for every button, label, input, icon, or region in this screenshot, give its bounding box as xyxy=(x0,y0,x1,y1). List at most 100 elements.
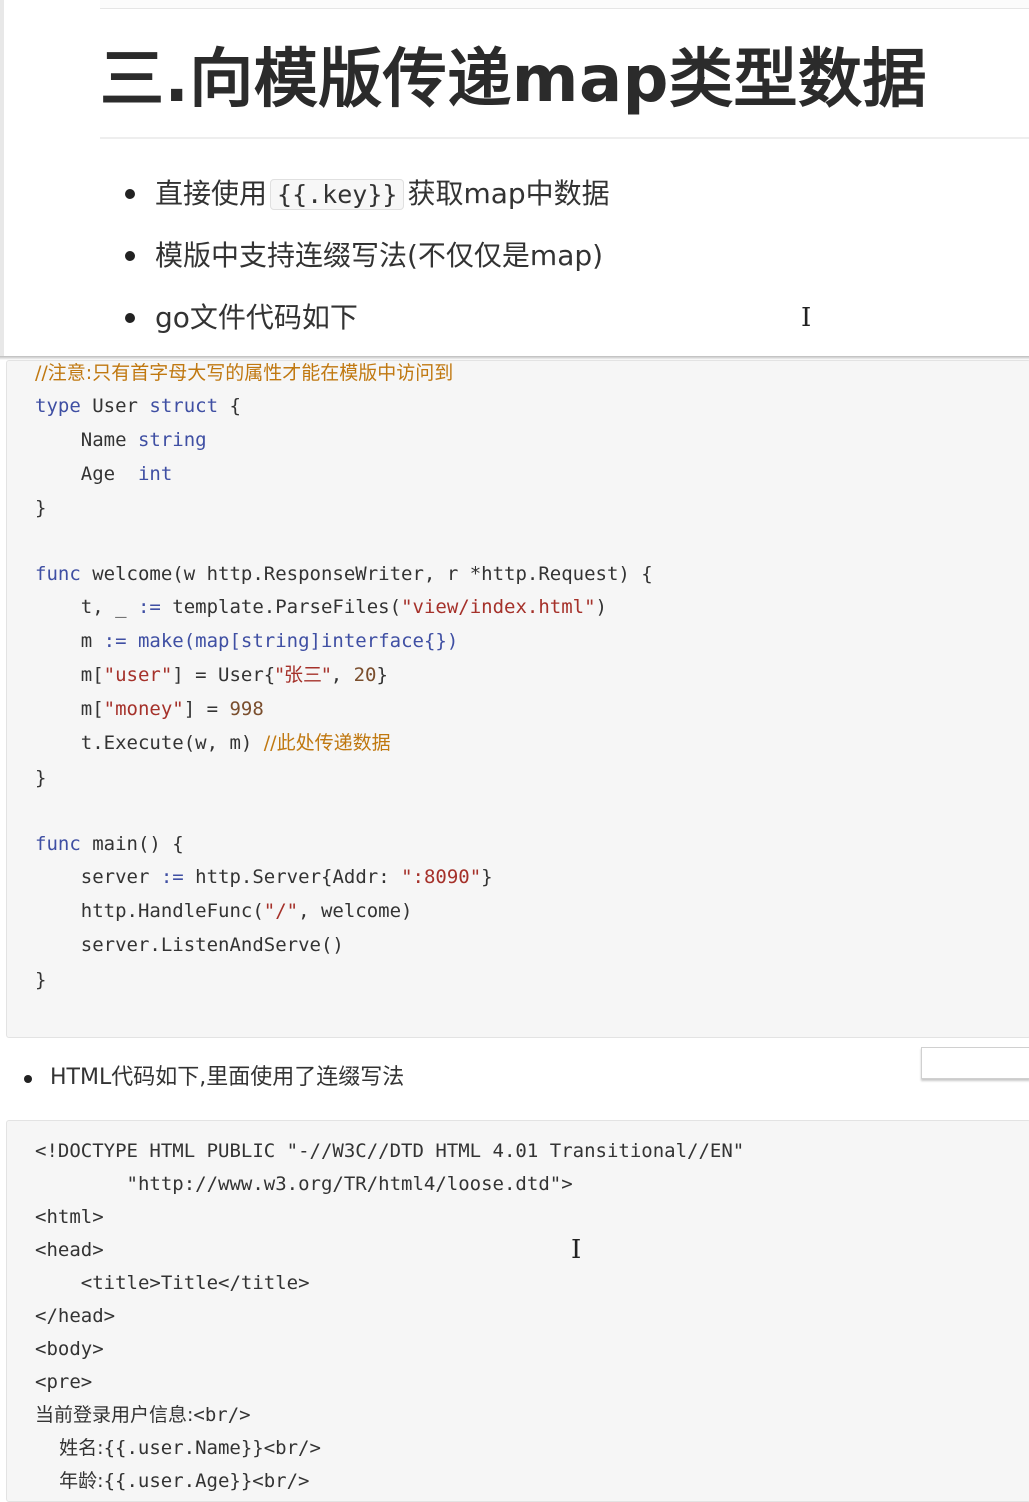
slide-header-panel: 三.向模版传递map类型数据 直接使用 {{.key}} 获取map中数据 模版中支… xyxy=(0,0,1029,358)
code-token: := xyxy=(160,866,184,888)
code-line: http.HandleFunc("/", welcome) xyxy=(35,898,413,924)
code-token: 当前登录用户信息: xyxy=(35,1404,194,1426)
code-token: "/" xyxy=(263,900,299,922)
code-token: server xyxy=(35,866,161,888)
inline-code: {{.key}} xyxy=(270,179,405,210)
code-token: t, _ xyxy=(35,596,138,618)
code-token: ":8090" xyxy=(401,866,482,888)
bullet-text: 模版中支持连缀写法(不仅仅是map) xyxy=(155,239,604,272)
bullet-text: 直接使用 xyxy=(155,177,268,210)
code-line: server.ListenAndServe() xyxy=(35,934,344,956)
code-token: welcome(w http.ResponseWriter, r *http.R… xyxy=(80,563,653,585)
code-line: <title>Title</title> xyxy=(35,1272,310,1294)
code-token: struct xyxy=(149,395,219,417)
text-cursor-icon: I xyxy=(571,1235,582,1265)
code-line: } xyxy=(35,497,47,519)
code-line: <body> xyxy=(35,1338,104,1360)
bullet-dot-icon xyxy=(125,313,135,323)
code-token: m[ xyxy=(35,698,104,720)
bullet-dot-icon xyxy=(125,251,135,261)
code-token: main() { xyxy=(80,833,184,855)
code-token: := xyxy=(103,630,127,652)
code-line: <pre> xyxy=(35,1371,93,1393)
code-line: Name string xyxy=(35,427,207,453)
bullet-item: 模版中支持连缀写法(不仅仅是map) xyxy=(125,232,610,294)
code-line: <!DOCTYPE HTML PUBLIC "-//W3C//DTD HTML … xyxy=(35,1140,745,1162)
floating-popup xyxy=(921,1047,1029,1079)
html-bullet-item: HTML代码如下,里面使用了连缀写法 xyxy=(24,1062,404,1094)
window-edge xyxy=(0,0,4,358)
bullet-text: HTML代码如下,里面使用了连缀写法 xyxy=(50,1065,405,1090)
code-token: type xyxy=(35,395,81,417)
code-line: t, _ := template.ParseFiles("view/index.… xyxy=(35,594,607,620)
code-token: func xyxy=(35,833,81,855)
bullet-text: go文件代码如下 xyxy=(155,301,358,334)
code-token: string xyxy=(137,429,207,451)
code-token: {{.user.Age}}<br/> xyxy=(103,1470,310,1492)
code-token: template.ParseFiles( xyxy=(160,596,402,618)
html-code-block: <!DOCTYPE HTML PUBLIC "-//W3C//DTD HTML … xyxy=(6,1120,1029,1502)
code-token: http.Server{Addr: xyxy=(183,866,402,888)
bullet-dot-icon xyxy=(125,189,135,199)
code-line: <html> xyxy=(35,1206,104,1228)
code-line: 当前登录用户信息:<br/> xyxy=(35,1402,251,1428)
code-token: "money" xyxy=(103,698,184,720)
code-token: } xyxy=(376,664,388,686)
code-line: //注意:只有首字母大写的属性才能在模版中访问到 xyxy=(35,360,453,386)
code-line: func main() { xyxy=(35,831,184,857)
code-comment: //此处传递数据 xyxy=(263,732,391,754)
code-token: <br/> xyxy=(193,1404,251,1426)
code-line: 姓名:{{.user.Name}}<br/> xyxy=(35,1435,321,1461)
code-token: m xyxy=(35,630,104,652)
code-token: "张三" xyxy=(275,664,331,686)
code-token: 20 xyxy=(353,664,377,686)
code-line: t.Execute(w, m) //此处传递数据 xyxy=(35,730,391,756)
code-token: ) xyxy=(595,596,607,618)
code-token: 姓名: xyxy=(35,1437,104,1459)
go-code-block: //注意:只有首字母大写的属性才能在模版中访问到 type User struc… xyxy=(6,360,1029,1038)
code-token: make(map[string]interface{}) xyxy=(126,630,459,652)
code-token: "user" xyxy=(103,664,173,686)
code-token: , welcome) xyxy=(298,900,413,922)
top-bar xyxy=(100,0,1029,9)
code-token: User xyxy=(80,395,150,417)
code-token: 年龄: xyxy=(35,1470,104,1492)
code-token: { xyxy=(218,395,241,417)
page-title: 三.向模版传递map类型数据 xyxy=(100,43,927,117)
code-line: func welcome(w http.ResponseWriter, r *h… xyxy=(35,561,653,587)
code-token: Name xyxy=(35,429,138,451)
code-token: } xyxy=(481,866,493,888)
code-token: ] = User{ xyxy=(172,664,276,686)
text-cursor-icon: I xyxy=(801,303,812,333)
code-line: Age int xyxy=(35,461,173,487)
code-token: t.Execute(w, m) xyxy=(35,732,264,754)
code-line: } xyxy=(35,767,47,789)
code-token: , xyxy=(330,664,354,686)
bullet-item: go文件代码如下 xyxy=(125,294,610,356)
title-divider xyxy=(100,137,1029,139)
code-line: m["user"] = User{"张三", 20} xyxy=(35,662,388,688)
code-token: "view/index.html" xyxy=(401,596,596,618)
code-token: 998 xyxy=(229,698,264,720)
code-token: := xyxy=(137,596,161,618)
code-token: ] = xyxy=(183,698,230,720)
code-line: "http://www.w3.org/TR/html4/loose.dtd"> xyxy=(35,1173,573,1195)
bullet-text: 获取map中数据 xyxy=(407,177,610,210)
code-line: type User struct { xyxy=(35,393,241,419)
code-token: http.HandleFunc( xyxy=(35,900,264,922)
code-comment: //注意:只有首字母大写的属性才能在模版中访问到 xyxy=(35,362,454,384)
code-line: 年龄:{{.user.Age}}<br/> xyxy=(35,1468,309,1494)
bullet-item: 直接使用 {{.key}} 获取map中数据 xyxy=(125,170,610,232)
code-token: Age xyxy=(35,463,138,485)
bullet-dot-icon xyxy=(24,1075,32,1083)
code-token: func xyxy=(35,563,81,585)
code-line: server := http.Server{Addr: ":8090"} xyxy=(35,864,493,890)
code-line: <head> xyxy=(35,1239,104,1261)
code-line: } xyxy=(35,969,47,991)
intro-bullet-list: 直接使用 {{.key}} 获取map中数据 模版中支持连缀写法(不仅仅是map) … xyxy=(125,170,610,356)
code-line: m["money"] = 998 xyxy=(35,696,264,722)
code-line: </head> xyxy=(35,1305,116,1327)
code-token: int xyxy=(137,463,173,485)
code-token: {{.user.Name}}<br/> xyxy=(103,1437,321,1459)
code-token: m[ xyxy=(35,664,104,686)
